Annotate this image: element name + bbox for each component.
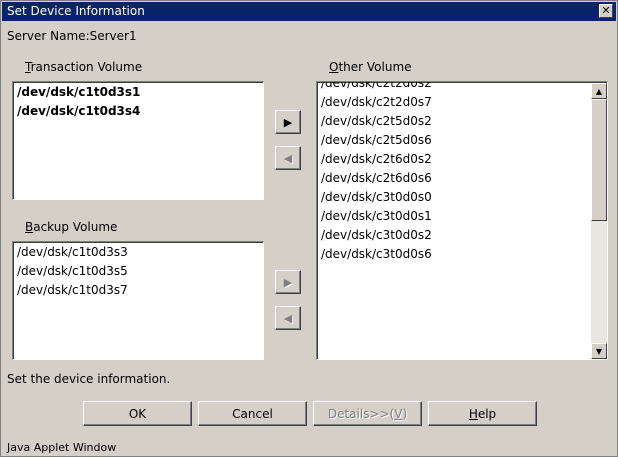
ok-button-label: OK xyxy=(128,406,147,421)
list-item[interactable]: /dev/dsk/c3t0d0s6 xyxy=(321,247,432,261)
details-label-suffix: ) xyxy=(402,406,408,421)
arrow-up-icon: ▲ xyxy=(595,86,603,96)
backup-volume-label: Backup Volume xyxy=(25,220,117,234)
help-label-text: elp xyxy=(477,406,497,421)
list-item[interactable]: /dev/dsk/c2t5d0s2 xyxy=(321,114,432,128)
move-to-backup-button[interactable]: ▶ xyxy=(275,270,301,294)
help-label-mnemonic: H xyxy=(468,406,478,421)
move-to-transaction-button[interactable]: ▶ xyxy=(275,110,301,134)
details-button-label: Details>>(V) xyxy=(328,407,407,421)
scroll-down-button[interactable]: ▼ xyxy=(591,343,607,359)
backup-volume-label-text: ackup Volume xyxy=(33,220,118,234)
cancel-button[interactable]: Cancel xyxy=(198,401,307,426)
list-item[interactable]: /dev/dsk/c1t0d3s1 xyxy=(17,85,140,99)
arrow-right-icon: ▶ xyxy=(283,115,293,129)
window-title: Set Device Information xyxy=(7,4,145,18)
remove-from-transaction-button[interactable]: ◀ xyxy=(275,146,301,170)
list-item[interactable]: /dev/dsk/c3t0d0s0 xyxy=(321,190,432,204)
applet-window-footer: Java Applet Window xyxy=(7,441,117,454)
help-button-label: Help xyxy=(469,407,496,421)
list-item[interactable]: /dev/dsk/c2t6d0s6 xyxy=(321,171,432,185)
transaction-volume-label-text: ransaction Volume xyxy=(30,60,143,74)
list-item[interactable]: /dev/dsk/c3t0d0s2 xyxy=(321,228,432,242)
other-volume-scrollbar[interactable]: ▲ ▼ xyxy=(591,83,607,359)
list-item[interactable]: /dev/dsk/c1t0d3s7 xyxy=(17,283,128,297)
close-button[interactable]: ✕ xyxy=(599,4,613,18)
server-name-label: Server Name:Server1 xyxy=(7,29,137,43)
arrow-left-icon: ◀ xyxy=(283,151,293,165)
other-volume-list[interactable]: /dev/dsk/c2t2d0s2 /dev/dsk/c2t2d0s7 /dev… xyxy=(316,81,608,360)
details-button[interactable]: Details>>(V) xyxy=(313,401,422,426)
list-item[interactable]: /dev/dsk/c1t0d3s4 xyxy=(17,104,140,118)
scroll-up-button[interactable]: ▲ xyxy=(591,83,607,99)
list-item[interactable]: /dev/dsk/c2t2d0s2 xyxy=(321,82,432,90)
cancel-button-label: Cancel xyxy=(232,406,273,421)
arrow-down-icon: ▼ xyxy=(595,346,603,356)
list-item[interactable]: /dev/dsk/c3t0d0s1 xyxy=(321,209,432,223)
remove-from-backup-button[interactable]: ◀ xyxy=(275,306,301,330)
backup-volume-list[interactable]: /dev/dsk/c1t0d3s3 /dev/dsk/c1t0d3s5 /dev… xyxy=(12,241,264,360)
list-item[interactable]: /dev/dsk/c1t0d3s3 xyxy=(17,245,128,259)
transaction-volume-list[interactable]: /dev/dsk/c1t0d3s1 /dev/dsk/c1t0d3s4 xyxy=(12,81,264,200)
dialog-window: Set Device Information ✕ Server Name:Ser… xyxy=(0,0,618,457)
ok-button[interactable]: OK xyxy=(83,401,192,426)
arrow-right-icon: ▶ xyxy=(283,275,293,289)
close-icon: ✕ xyxy=(601,4,611,17)
other-volume-label-text: ther Volume xyxy=(338,60,412,74)
arrow-left-icon: ◀ xyxy=(283,311,293,325)
details-label-prefix: Details>>( xyxy=(327,406,395,421)
list-item[interactable]: /dev/dsk/c2t2d0s7 xyxy=(321,95,432,109)
status-message: Set the device information. xyxy=(7,372,171,386)
list-item[interactable]: /dev/dsk/c2t6d0s2 xyxy=(321,152,432,166)
list-item[interactable]: /dev/dsk/c1t0d3s5 xyxy=(17,264,128,278)
list-item[interactable]: /dev/dsk/c2t5d0s6 xyxy=(321,133,432,147)
help-button[interactable]: Help xyxy=(428,401,537,426)
scroll-thumb[interactable] xyxy=(591,99,607,221)
backup-volume-mnemonic: B xyxy=(25,220,34,234)
transaction-volume-label: Transaction Volume xyxy=(25,60,142,74)
other-volume-label: Other Volume xyxy=(329,60,412,74)
title-bar[interactable]: Set Device Information ✕ xyxy=(2,2,616,21)
